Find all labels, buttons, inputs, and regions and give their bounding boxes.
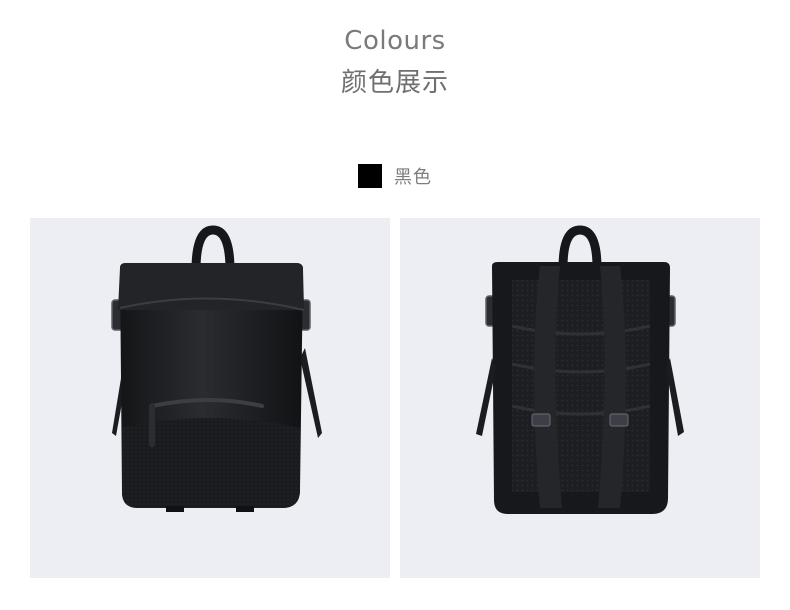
- product-photo-front: [30, 218, 390, 578]
- color-swatch[interactable]: [358, 164, 382, 188]
- backpack-front-icon: [111, 225, 322, 512]
- color-label: 黑色: [394, 167, 432, 188]
- color-option[interactable]: 黑色: [0, 163, 790, 189]
- backpack-back-icon: [476, 225, 684, 514]
- page-title-cn: 颜色展示: [340, 68, 449, 98]
- product-photo-back: [400, 218, 760, 578]
- page-title-en: Colours: [344, 26, 446, 56]
